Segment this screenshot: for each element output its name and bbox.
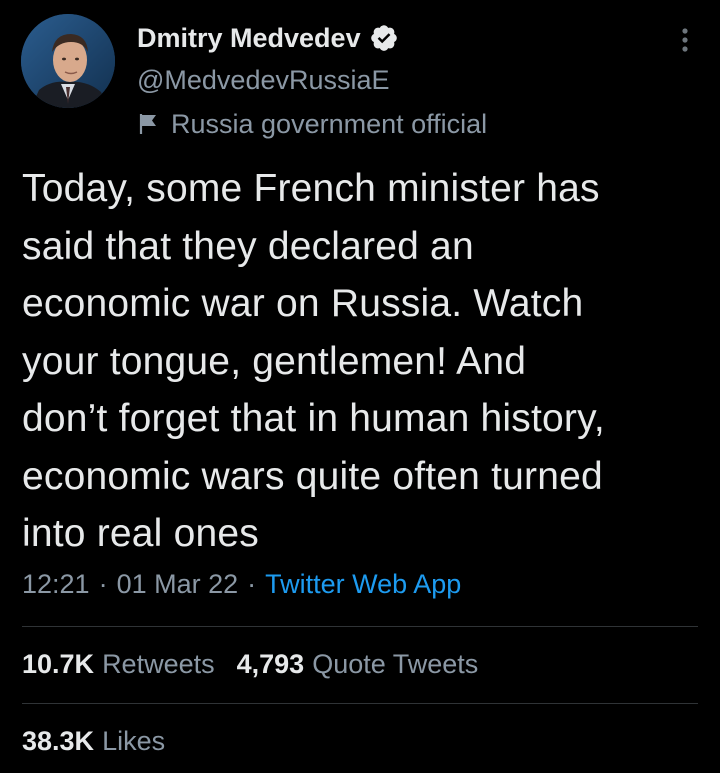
avatar[interactable]	[21, 14, 115, 108]
tweet-text-line: economic war on Russia. Watch	[22, 282, 584, 325]
verified-badge-icon	[369, 23, 399, 53]
flag-icon	[137, 112, 161, 136]
display-name[interactable]: Dmitry Medvedev	[137, 23, 361, 54]
tweet-text-line: your tongue, gentlemen! And	[22, 339, 527, 383]
engagement-stats: 10.7K Retweets 4,793 Quote Tweets	[22, 646, 500, 682]
affiliation-label-text[interactable]: Russia government official	[171, 109, 487, 140]
tweet-text-line: Today, some French minister has	[22, 167, 600, 210]
separator-dot: ·	[98, 569, 108, 599]
retweets-stat[interactable]: 10.7K Retweets	[22, 646, 215, 682]
tweet-text-line: don’t forget that in human history,	[22, 397, 605, 440]
tweet-text-line: said that they declared an	[22, 224, 474, 268]
quote-tweets-count: 4,793	[236, 649, 305, 679]
likes-row: 38.3K Likes	[22, 723, 187, 759]
retweets-label: Retweets	[102, 649, 215, 679]
tweet-date[interactable]: 01 Mar 22	[117, 569, 239, 599]
retweets-count: 10.7K	[22, 649, 95, 679]
tweet-detail: Dmitry Medvedev @MedvedevRussiaE Russia …	[0, 0, 720, 773]
affiliation-label: Russia government official	[137, 108, 487, 140]
tweet-meta: 12:21 · 01 Mar 22 · Twitter Web App	[22, 566, 461, 602]
tweet-text-line: into real ones	[22, 512, 259, 555]
quote-tweets-label: Quote Tweets	[312, 649, 479, 679]
source-link[interactable]: Twitter Web App	[265, 569, 461, 599]
divider	[22, 703, 698, 704]
tweet-text-line: economic wars quite often turned	[22, 454, 603, 498]
author-info: Dmitry Medvedev @MedvedevRussiaE Russia …	[137, 20, 487, 140]
separator-dot: ·	[247, 569, 257, 599]
likes-label: Likes	[102, 726, 166, 756]
divider	[22, 626, 698, 627]
name-row: Dmitry Medvedev	[137, 20, 487, 56]
likes-count: 38.3K	[22, 726, 95, 756]
more-options-icon[interactable]	[670, 22, 700, 58]
profile-photo	[21, 14, 115, 108]
likes-stat[interactable]: 38.3K Likes	[22, 723, 165, 759]
tweet-text: Today, some French minister has said tha…	[22, 160, 712, 563]
handle[interactable]: @MedvedevRussiaE	[137, 65, 487, 95]
tweet-time[interactable]: 12:21	[22, 569, 90, 599]
quote-tweets-stat[interactable]: 4,793 Quote Tweets	[237, 646, 479, 682]
